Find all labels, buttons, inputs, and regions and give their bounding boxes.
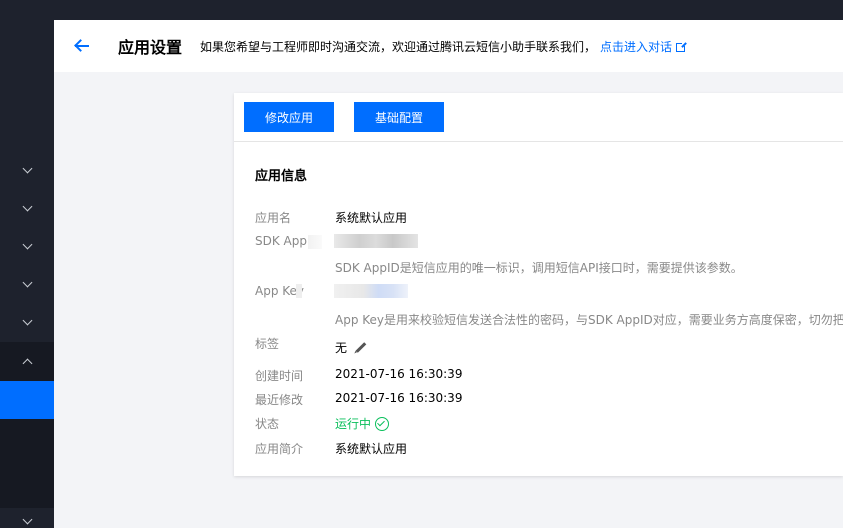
status-value: 运行中 [335, 417, 372, 431]
sidebar-menu-3[interactable] [0, 227, 54, 265]
sidebar-menu-2[interactable] [0, 189, 54, 227]
page-title: 应用设置 [118, 38, 183, 57]
sdk-appid-masked-value [334, 234, 418, 248]
tag-value: 无 [335, 341, 348, 355]
toolbar: 修改应用 基础配置 [234, 93, 843, 142]
chevron-down-icon [22, 239, 33, 249]
edit-pencil-icon[interactable] [355, 342, 367, 353]
sidebar-menu-4[interactable] [0, 265, 54, 303]
created-time-value: 2021-07-16 16:30:39 [335, 367, 463, 381]
section-title: 应用信息 [255, 169, 308, 184]
chevron-down-icon [22, 201, 33, 211]
sidebar-item-active[interactable] [0, 381, 54, 419]
chevron-down-icon [22, 163, 33, 173]
chevron-down-icon [22, 514, 33, 524]
app-name-label: 应用名 [255, 211, 292, 225]
tag-label: 标签 [255, 337, 280, 351]
modify-app-button[interactable]: 修改应用 [244, 102, 334, 132]
masked-text [296, 284, 302, 298]
app-key-hint: App Key是用来校验短信发送合法性的密码，与SDK AppID对应，需要业务… [335, 313, 843, 327]
app-settings-card: 修改应用 基础配置 应用信息 应用名 系统默认应用 SDK App SDK Ap… [234, 93, 843, 476]
status-label: 状态 [255, 417, 280, 431]
created-time-label: 创建时间 [255, 369, 304, 383]
sidebar-menu-5[interactable] [0, 303, 54, 341]
modified-time-value: 2021-07-16 16:30:39 [335, 391, 463, 405]
description-value: 系统默认应用 [335, 442, 408, 456]
masked-text [308, 235, 322, 249]
back-arrow-icon[interactable] [74, 38, 90, 54]
tag-value-row: 无 [335, 339, 367, 356]
basic-config-button[interactable]: 基础配置 [354, 102, 444, 132]
sidebar-menu-1[interactable] [0, 151, 54, 189]
sdk-appid-label: SDK App [255, 234, 307, 248]
chat-link-label: 点击进入对话 [600, 39, 673, 54]
chevron-down-icon [22, 277, 33, 287]
modified-time-label: 最近修改 [255, 393, 304, 407]
chat-link[interactable]: 点击进入对话 [600, 38, 688, 55]
header-tip: 如果您希望与工程师即时沟通交流，欢迎通过腾讯云短信小助手联系我们， [200, 39, 597, 54]
sidebar [0, 20, 54, 528]
status-value-row: 运行中 [335, 415, 390, 432]
chevron-up-icon [22, 358, 33, 368]
page-header: 应用设置 如果您希望与工程师即时沟通交流，欢迎通过腾讯云短信小助手联系我们， 点… [54, 20, 843, 72]
description-label: 应用简介 [255, 442, 304, 456]
sdk-appid-hint: SDK AppID是短信应用的唯一标识，调用短信API接口时，需要提供该参数。 [335, 261, 743, 275]
check-circle-icon [375, 417, 390, 431]
external-link-icon [676, 40, 688, 52]
app-key-masked-value [334, 284, 408, 298]
chevron-down-icon [22, 315, 33, 325]
sidebar-menu-6[interactable] [0, 342, 54, 380]
app-name-value: 系统默认应用 [335, 211, 408, 225]
sidebar-menu-7[interactable] [0, 502, 54, 528]
top-bar [0, 0, 843, 20]
